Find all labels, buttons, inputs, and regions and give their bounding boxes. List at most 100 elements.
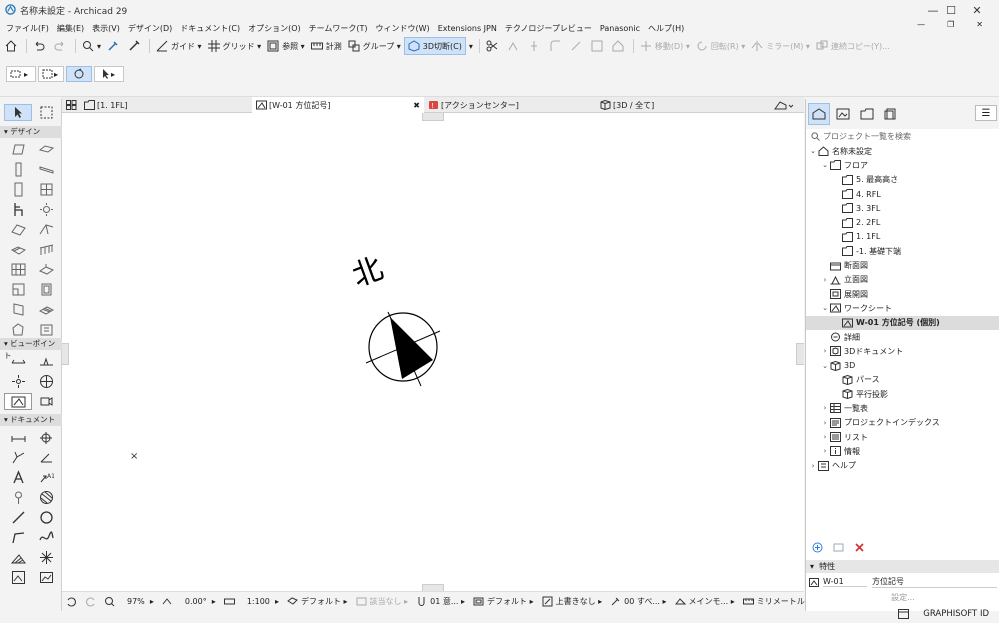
tab-close-button[interactable]: ✖ [413,101,420,110]
close-window-button[interactable]: ✕ [955,0,999,20]
tree-item[interactable]: 断面図 [806,258,999,272]
tree-item[interactable]: › 一覧表 [806,401,999,415]
tab-floor-plan[interactable]: [1. 1FL] [80,97,252,113]
change-tool[interactable] [32,569,60,586]
tree-item[interactable]: › ヘルプ [806,459,999,473]
settings-button[interactable]: 設定... [806,592,999,604]
renovation-control[interactable]: 00 すべ... ▸ [606,593,670,611]
undo-button[interactable] [30,37,51,55]
menu-window[interactable]: ウィンドウ(W) [376,23,430,34]
window-tool[interactable] [32,181,60,198]
slab-tool[interactable] [32,141,60,158]
tree-item[interactable]: 展開図 [806,287,999,301]
elevation-tool[interactable] [32,353,60,370]
navigator-menu-button[interactable]: ☰ [975,105,997,121]
marquee-tool[interactable] [32,104,60,121]
menu-view[interactable]: 表示(V) [92,23,120,34]
text-tool[interactable] [4,469,32,486]
stair-tool[interactable] [4,241,32,258]
tree-item[interactable]: 詳細 [806,330,999,344]
add-icon[interactable] [812,542,823,553]
tree-item[interactable]: 2. 2FL [806,215,999,229]
fill-tool[interactable] [32,489,60,506]
tree-item[interactable]: › 立面図 [806,273,999,287]
canvas-left-handle[interactable] [62,343,69,365]
canvas-top-handle[interactable] [422,113,444,121]
roof-button[interactable] [609,37,630,55]
pen-set-control[interactable]: デフォルト ▸ [283,593,352,611]
tab-menu-icon[interactable] [774,100,794,110]
tree-item[interactable]: ⌄ 名称未設定 [806,144,999,158]
polyline-tool[interactable] [4,529,32,546]
spline-tool[interactable] [32,529,60,546]
guide-button[interactable]: ガイド ▾ [153,37,205,55]
delete-icon[interactable] [854,542,865,553]
expand-arrow-icon[interactable]: ⌄ [820,161,830,169]
canvas-right-handle[interactable] [796,343,804,365]
rotate-marquee-button[interactable] [66,66,92,82]
line-tool[interactable] [4,509,32,526]
home-button[interactable] [2,37,23,55]
prop-name-field[interactable]: 方位記号 [872,576,997,588]
adjust-button[interactable] [504,37,525,55]
label-tool[interactable]: A1 [32,469,60,486]
skylight-tool[interactable] [4,301,32,318]
railing-tool[interactable] [32,241,60,258]
zone-tool[interactable] [4,281,32,298]
interior-elevation-tool[interactable] [4,373,32,390]
tree-item[interactable]: ⌄ ワークシート [806,301,999,315]
model-view-control[interactable]: デフォルト ▸ [469,593,538,611]
prop-id-field[interactable]: W-01 [823,577,867,587]
expand-arrow-icon[interactable]: ⌄ [820,304,830,312]
expand-arrow-icon[interactable]: ⌄ [808,147,818,155]
graphisoft-id-button[interactable]: GRAPHISOFT ID [923,609,989,619]
worksheet-tool[interactable] [32,373,60,390]
section-tool[interactable] [4,353,32,370]
level-dimension-tool[interactable] [32,429,60,446]
tab-action-center[interactable]: ! [アクションセンター] [424,97,596,113]
expand-arrow-icon[interactable]: › [820,433,830,441]
lamp-tool[interactable] [32,201,60,218]
multicopy-button[interactable]: 連続コピー(Y)... [813,37,893,55]
tree-item[interactable]: 平行投影 [806,387,999,401]
dimension-tool[interactable] [4,429,32,446]
tree-item[interactable]: ⌄ 3D [806,358,999,372]
tree-item[interactable]: 3. 3FL [806,201,999,215]
angle-dimension-tool[interactable] [32,449,60,466]
section-design[interactable]: ▾ デザイン [0,126,62,138]
canvas-bottom-handle[interactable] [422,584,444,591]
override-control[interactable]: 上書きなし ▸ [538,593,607,611]
expand-arrow-icon[interactable]: › [820,276,830,284]
angle-control[interactable]: 0.00° ▸ [158,593,220,611]
expand-arrow-icon[interactable]: › [820,419,830,427]
doc-minimize-icon[interactable]: — [917,20,925,29]
tree-item[interactable]: 4. RFL [806,187,999,201]
marquee-button[interactable]: ▸ [38,66,64,82]
eyedropper-button[interactable] [104,37,125,55]
tree-item[interactable]: ⌄ フロア [806,158,999,172]
morph-tool[interactable] [32,261,60,278]
unit-control[interactable]: ミリメートル ▸ [739,593,816,611]
camera-tool[interactable] [32,393,60,410]
section-viewpoint[interactable]: ▾ ビューポイント [0,338,62,360]
object-tool[interactable] [4,201,32,218]
arrow-pointer-button[interactable]: ▸ [94,66,124,82]
grid-button[interactable]: グリッド ▾ [205,37,265,55]
detail-tool[interactable] [4,393,32,410]
mesh2-tool[interactable] [32,301,60,318]
building-material-tool[interactable] [32,321,60,338]
project-map-button[interactable] [808,103,830,125]
view-map-button[interactable] [832,103,854,125]
menu-extensions[interactable]: Extensions JPN [438,24,497,33]
hotspot-tool[interactable] [4,489,32,506]
new-folder-icon[interactable] [833,542,844,553]
tab-3d[interactable]: [3D / 全て] [596,97,768,113]
tree-item[interactable]: -1. 基礎下端 [806,244,999,258]
doc-restore-icon[interactable]: ❐ [947,20,954,29]
move-button[interactable]: 移動(D) ▾ [637,37,693,55]
reference-button[interactable]: 参照 ▾ [264,37,308,55]
image-tool[interactable] [4,569,32,586]
panel-toggle-icon[interactable] [898,609,910,619]
drawing-tool[interactable] [32,549,60,566]
navigator-search[interactable]: プロジェクト一覧を検索 [806,129,999,143]
